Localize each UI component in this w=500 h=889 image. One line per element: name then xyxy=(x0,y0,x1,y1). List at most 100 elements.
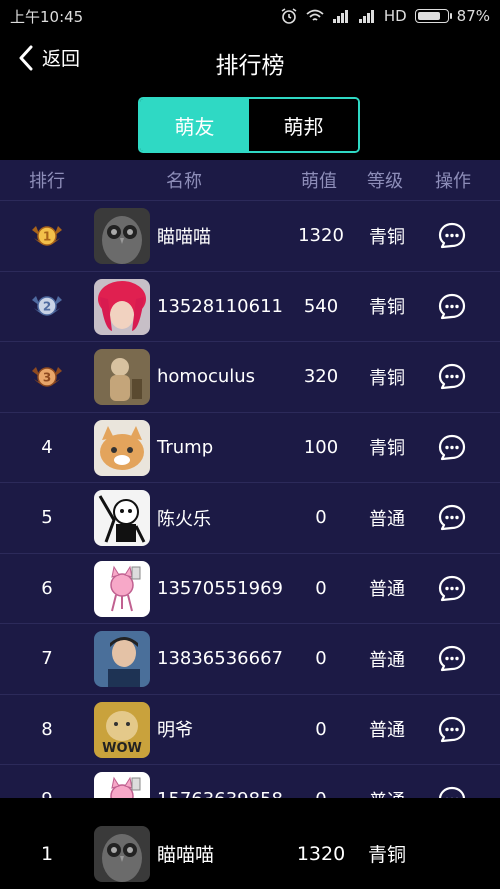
chat-button[interactable] xyxy=(438,293,466,326)
row-value: 540 xyxy=(303,295,339,317)
row-rank: 3 xyxy=(0,363,94,391)
row-level: 普通 xyxy=(369,508,405,530)
svg-text:1: 1 xyxy=(43,229,51,243)
avatar[interactable] xyxy=(94,631,150,687)
chat-button[interactable] xyxy=(438,222,466,255)
row-value: 0 xyxy=(315,507,327,529)
avatar[interactable] xyxy=(94,349,150,405)
row-level: 青铜 xyxy=(369,438,405,460)
row-level: 青铜 xyxy=(369,367,405,389)
row-name: Trump xyxy=(157,436,214,458)
row-value: 100 xyxy=(303,436,339,458)
row-value: 0 xyxy=(278,789,364,798)
chat-bubble-icon xyxy=(438,363,466,390)
table-row: 2 13528110611 540 青铜 xyxy=(0,272,500,342)
header-level: 等级 xyxy=(367,171,403,192)
row-rank: 2 xyxy=(0,292,94,320)
avatar[interactable] xyxy=(94,419,150,476)
status-icons: HD 87% xyxy=(280,7,490,25)
row-level: 普通 xyxy=(360,787,414,798)
row-rank: 4 xyxy=(41,436,53,458)
nav-bar: 返回 排行榜 xyxy=(0,32,500,90)
row-rank: 7 xyxy=(41,648,53,670)
wifi-icon xyxy=(306,9,324,21)
battery-fill xyxy=(417,12,441,20)
svg-text:WOW: WOW xyxy=(102,741,142,756)
table-row: 1 瞄喵喵 1320 青铜 xyxy=(0,201,500,272)
avatar[interactable] xyxy=(94,278,150,335)
table-row: 5 陈火乐 0 普通 xyxy=(0,483,500,554)
table-row: 9 157636398580普通 xyxy=(0,765,500,798)
chat-bubble-icon xyxy=(438,786,466,798)
row-name: 陈火乐 xyxy=(157,508,211,530)
table-row: 7 13836536667 0 普通 xyxy=(0,624,500,695)
alarm-icon xyxy=(281,8,297,24)
chat-bubble-icon xyxy=(438,293,466,319)
row-value: 0 xyxy=(315,648,327,670)
header-rank: 排行 xyxy=(29,171,65,192)
avatar[interactable] xyxy=(94,560,150,617)
row-name: 瞄喵喵 xyxy=(157,226,211,248)
my-avatar xyxy=(94,826,150,882)
chat-bubble-icon xyxy=(438,645,466,672)
avatar[interactable]: WOW xyxy=(94,701,150,758)
row-name: 13836536667 xyxy=(157,648,283,669)
table-header: 排行 名称 萌值 等级 操作 xyxy=(0,160,500,201)
svg-text:3: 3 xyxy=(43,370,51,384)
signal-icon-2 xyxy=(358,10,374,23)
row-rank: 6 xyxy=(41,577,53,599)
row-value: 0 xyxy=(315,718,327,740)
row-level: 青铜 xyxy=(369,226,405,248)
my-name: 瞄喵喵 xyxy=(157,844,215,866)
my-level: 青铜 xyxy=(367,844,406,866)
row-level: 普通 xyxy=(369,579,405,601)
row-name: 明爷 xyxy=(157,720,193,741)
chat-bubble-icon xyxy=(438,434,466,460)
row-rank: 8 xyxy=(41,718,53,740)
table-row: 6 13570551969 0 普通 xyxy=(0,554,500,624)
row-name: homoculus xyxy=(157,366,256,387)
table-row: 3 homoculus 320 青铜 xyxy=(0,342,500,413)
battery-percent: 87% xyxy=(456,7,490,25)
segment-control: 萌友 萌邦 xyxy=(138,97,360,153)
page-title: 排行榜 xyxy=(215,53,285,79)
table-body: 1 瞄喵喵 1320 青铜 2 13528110611 540 青铜 3 homoculus 320… xyxy=(0,201,500,798)
chat-bubble-icon xyxy=(438,575,466,601)
row-level: 青铜 xyxy=(369,297,405,319)
row-value: 0 xyxy=(315,577,327,599)
chat-button[interactable] xyxy=(438,363,466,396)
avatar[interactable] xyxy=(94,208,150,264)
row-value: 320 xyxy=(303,366,339,388)
bronze-medal-icon: 3 xyxy=(32,366,62,387)
row-name: 15763639858 xyxy=(157,765,283,798)
table-row: 4 Trump 100 青铜 xyxy=(0,413,500,483)
row-rank: 5 xyxy=(41,507,53,529)
tab-mengbang[interactable]: 萌邦 xyxy=(249,99,358,151)
table-row: 8 WOW 明爷 0 普通 xyxy=(0,695,500,765)
chat-button[interactable] xyxy=(438,786,466,798)
battery-icon xyxy=(414,9,452,23)
svg-text:2: 2 xyxy=(43,300,51,314)
signal-icon xyxy=(332,10,348,23)
chat-button[interactable] xyxy=(438,434,466,467)
row-rank: 9 xyxy=(0,789,94,798)
chat-bubble-icon xyxy=(438,504,466,531)
my-rank: 1 xyxy=(40,842,54,865)
status-bar: 上午10:45 HD 87% xyxy=(0,0,500,32)
tab-mengyou[interactable]: 萌友 xyxy=(140,99,249,151)
header-name: 名称 xyxy=(166,171,202,192)
row-rank: 1 xyxy=(0,222,94,250)
avatar[interactable] xyxy=(94,772,150,798)
chat-button[interactable] xyxy=(438,575,466,608)
avatar[interactable] xyxy=(94,490,150,546)
ranking-table: 排行 名称 萌值 等级 操作 1 瞄喵喵 1320 青铜 2 13528110611 540… xyxy=(0,160,500,798)
row-name: 13528110611 xyxy=(157,295,283,317)
chat-button[interactable] xyxy=(438,716,466,749)
header-value: 萌值 xyxy=(301,171,337,192)
chat-bubble-icon xyxy=(438,716,466,742)
chat-bubble-icon xyxy=(438,222,466,249)
chat-button[interactable] xyxy=(438,645,466,678)
my-value: 1320 xyxy=(296,842,346,865)
my-rank-bar: 1 瞄喵喵 1320 青铜 xyxy=(0,818,500,889)
chat-button[interactable] xyxy=(438,504,466,537)
